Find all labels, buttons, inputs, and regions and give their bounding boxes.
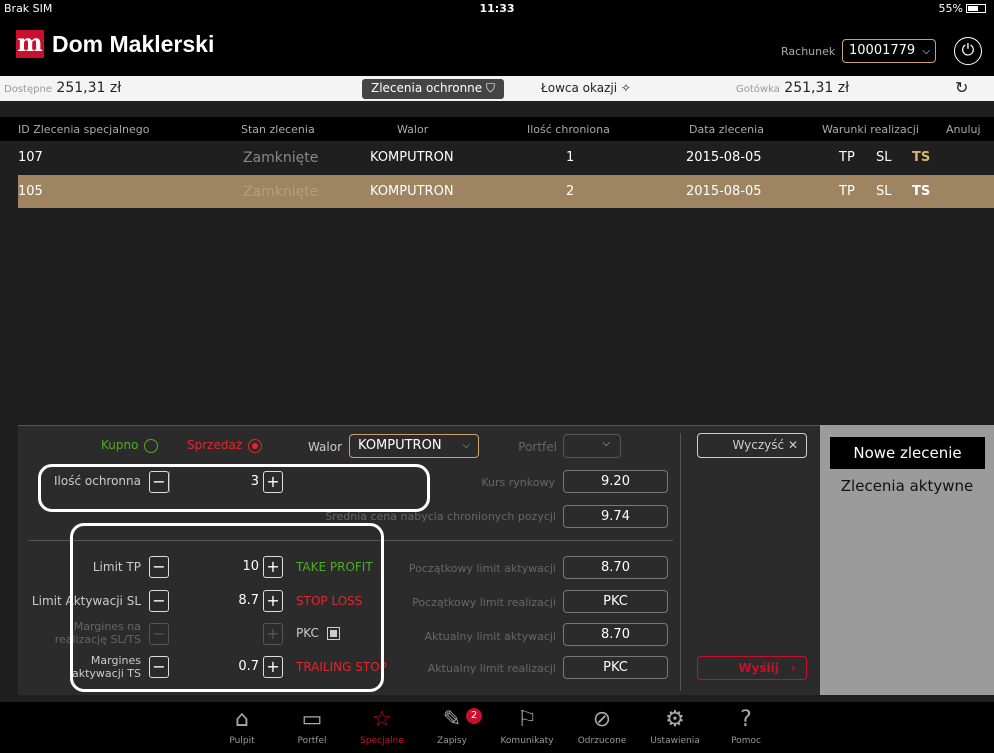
asset-select[interactable]: KOMPUTRON ⌵ [349,434,479,458]
avg-price-value: 9.74 [563,505,668,528]
shield-icon: ⛉ [486,81,496,95]
active-orders-link[interactable]: Zlecenia aktywne [820,477,994,495]
wallet-icon: ▭ [301,707,323,732]
init-activation-label: Początkowy limit aktywacji [408,562,556,575]
init-realization-label: Początkowy limit realizacji [412,596,556,609]
account-label: Rachunek [781,45,836,58]
col-state: Stan zlecenia [241,123,315,136]
send-button[interactable]: Wyślij › [697,656,807,680]
account-value: 10001779 [849,43,916,58]
nav-ustawienia[interactable]: ⚙ Ustawienia [645,702,705,746]
power-icon[interactable]: ⏻ [954,37,982,65]
nav-pulpit[interactable]: ⌂ Pulpit [212,702,272,746]
current-realization-label: Aktualny limit realizacji [427,662,556,675]
megaphone-icon: ⚐ [517,707,537,732]
chevron-down-icon: ⌵ [462,440,470,451]
gear-icon: ⚙ [665,707,685,732]
tab-protective-orders[interactable]: Zlecenia ochronne ⛉ [362,79,504,99]
cell-qty: 1 [566,150,575,165]
tab-opportunity-hunter[interactable]: Łowca okazji ✧ [541,81,631,95]
bottom-nav: ⌂ Pulpit ▭ Portfel ☆ Specjalne ✎ Zapisy … [0,702,994,753]
battery-indicator: 55% [939,2,986,15]
portfolio-select[interactable]: ⌵ [563,434,621,458]
new-order-button[interactable]: Nowe zlecenie [830,437,985,469]
notification-badge: 2 [466,708,482,724]
radio-selected-icon [247,438,262,453]
col-date: Data zlecenia [689,123,764,136]
logo-mark: m [16,28,44,58]
sell-radio[interactable]: Sprzedaż [187,438,262,453]
annotation-outline [70,523,384,692]
cell-sl: SL [876,184,892,199]
available-label: Dostępne [4,84,52,95]
cell-date: 2015-08-05 [686,150,762,165]
refresh-icon[interactable]: ↻ [955,78,968,97]
sell-label: Sprzedaż [187,438,243,452]
cell-state: Zamknięte [243,150,319,166]
crosshair-icon: ✧ [620,81,631,95]
col-conditions: Warunki realizacji [822,123,919,136]
cell-qty: 2 [566,184,575,199]
col-cancel: Anuluj [946,123,981,136]
nav-odrzucone[interactable]: ⊘ Odrzucone [572,702,632,746]
rejected-icon: ⊘ [592,707,612,732]
app-header: m Dom Maklerski Rachunek 10001779 ⌵ ⏻ [0,18,994,76]
chevron-down-icon: ⌵ [602,438,610,449]
col-asset: Walor [397,123,429,136]
table-row[interactable]: 107 Zamknięte KOMPUTRON 1 2015-08-05 TP … [18,141,994,174]
asset-label: Walor [307,440,342,454]
buy-label: Kupno [101,438,139,452]
init-realization-value: PKC [563,590,668,613]
radio-icon [144,438,159,453]
current-activation-label: Aktualny limit aktywacji [424,630,556,643]
table-row[interactable]: 105 Zamknięte KOMPUTRON 2 2015-08-05 TP … [18,175,994,208]
portfolio-label: Portfel [518,440,557,454]
table-header: ID Zlecenia specjalnego Stan zlecenia Wa… [0,117,994,141]
nav-portfel[interactable]: ▭ Portfel [282,702,342,746]
account-select[interactable]: 10001779 ⌵ [842,39,936,63]
market-value: 9.20 [563,470,668,493]
cell-id: 105 [18,184,43,199]
nav-pomoc[interactable]: ? Pomoc [716,702,776,746]
battery-icon [966,4,986,13]
cell-id: 107 [18,150,43,165]
init-activation-value: 8.70 [563,556,668,579]
battery-percent: 55% [938,2,963,15]
buy-radio[interactable]: Kupno [101,438,159,453]
cell-date: 2015-08-05 [686,184,762,199]
brand-name: Dom Maklerski [52,30,215,57]
home-icon: ⌂ [235,707,249,732]
cell-asset: KOMPUTRON [370,150,454,165]
cash-value: 251,31 zł [784,80,850,96]
help-icon: ? [740,707,752,732]
side-panel: Nowe zlecenie Zlecenia aktywne [820,425,994,695]
cell-ts: TS [912,150,931,165]
chevron-right-icon: › [791,661,796,675]
current-activation-value: 8.70 [563,623,668,646]
cell-tp: TP [839,184,855,199]
current-realization-value: PKC [563,656,668,679]
balance-bar: Dostępne 251,31 zł Zlecenia ochronne ⛉ Ł… [0,76,994,101]
col-qty: Ilość chroniona [527,123,610,136]
cell-state: Zamknięte [243,184,319,200]
logo: m Dom Maklerski [16,30,214,58]
cell-sl: SL [876,150,892,165]
clock: 11:33 [479,2,515,15]
column-divider [680,433,681,691]
cell-tp: TP [839,150,855,165]
cell-ts: TS [912,184,931,199]
status-bar: Brak SIM 11:33 55% [0,0,994,18]
available-value: 251,31 zł [56,80,122,96]
close-icon: ✕ [787,438,798,452]
star-icon: ☆ [372,707,392,732]
annotation-outline [38,464,430,512]
chevron-down-icon: ⌵ [922,46,930,57]
clear-button[interactable]: Wyczyść ✕ [697,433,807,458]
nav-zapisy[interactable]: ✎ Zapisy 2 [422,702,482,746]
nav-komunikaty[interactable]: ⚐ Komunikaty [497,702,557,746]
cell-asset: KOMPUTRON [370,184,454,199]
cash-label: Gotówka [736,84,780,95]
nav-specjalne[interactable]: ☆ Specjalne [352,702,412,746]
col-id: ID Zlecenia specjalnego [18,123,150,136]
